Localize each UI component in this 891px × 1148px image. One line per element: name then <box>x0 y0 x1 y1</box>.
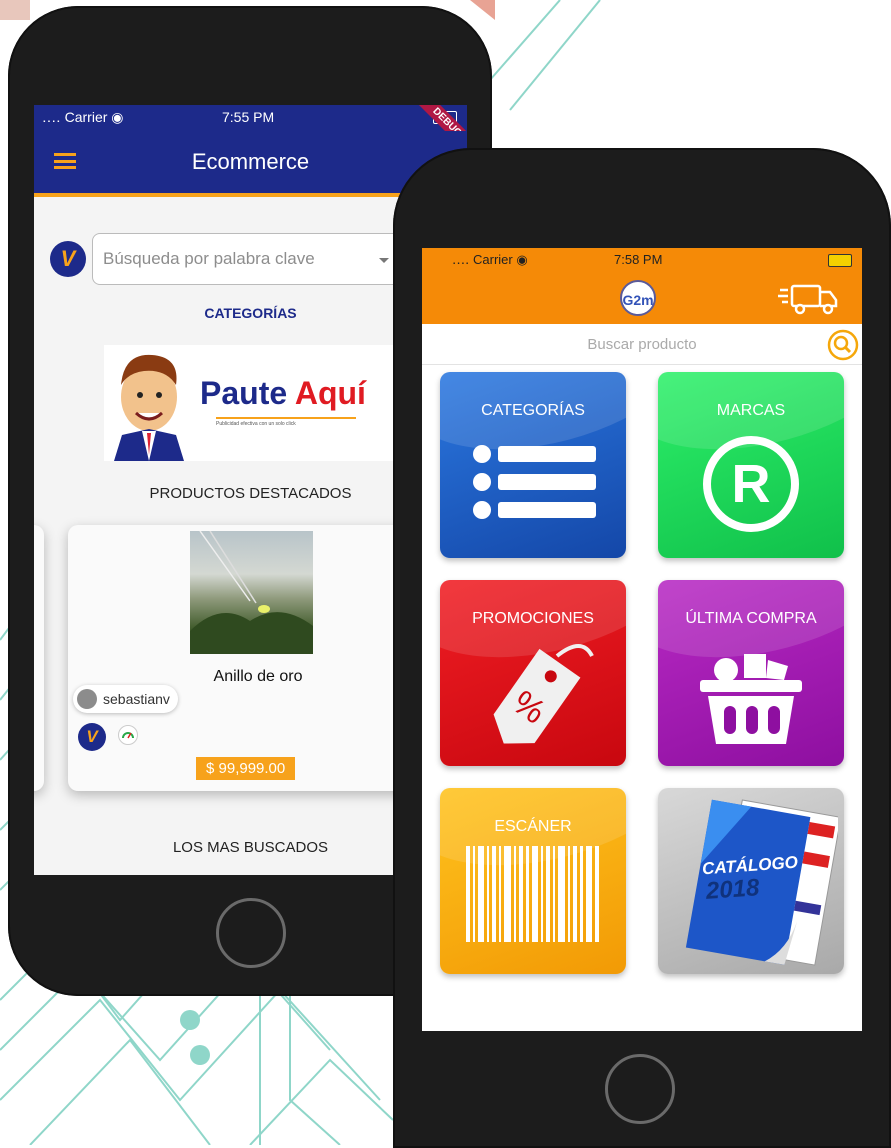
battery-icon <box>828 254 852 267</box>
g2m-logo: G2m <box>620 280 656 316</box>
carrier-label: ․․․․ Carrier ◉ <box>452 252 528 267</box>
search-placeholder: Buscar producto <box>587 336 697 353</box>
vendor-logo-small: V <box>78 723 106 751</box>
businessman-icon <box>114 354 184 461</box>
catalog-tile[interactable]: CATÁLOGO 2018 <box>658 788 844 974</box>
banner-text-paute: Paute <box>200 375 288 411</box>
product-search-input[interactable]: Buscar producto <box>422 324 862 365</box>
tile-label: PROMOCIONES <box>472 610 594 627</box>
tile-label: MARCAS <box>716 402 786 419</box>
catalog-year: 2018 <box>705 874 761 905</box>
shopping-basket-icon <box>700 654 802 744</box>
app-title: Ecommerce <box>191 149 310 174</box>
app-header: ․․․․ Carrier ◉ 7:58 PM G2m <box>422 248 862 324</box>
vendor-logo: V <box>50 241 86 277</box>
discount-tag-icon: % <box>493 644 594 744</box>
search-icon[interactable] <box>826 328 860 362</box>
speedometer-icon <box>118 725 138 745</box>
home-button[interactable] <box>216 898 286 968</box>
categories-tile[interactable]: CATEGORÍAS <box>440 372 626 558</box>
carrier-label: ․․․․ Carrier ◉ <box>42 109 124 125</box>
delivery-truck-icon[interactable] <box>778 278 842 318</box>
list-icon <box>473 445 596 519</box>
scanner-tile[interactable]: ESCÁNER <box>440 788 626 974</box>
search-placeholder: Búsqueda por palabra clave <box>103 249 315 268</box>
avatar <box>77 689 97 709</box>
registered-icon: R <box>703 436 799 532</box>
clock: 7:58 PM <box>614 252 663 267</box>
home-button[interactable] <box>605 1054 675 1124</box>
clock: 7:55 PM <box>222 109 275 125</box>
status-bar: ․․․․ Carrier ◉ 7:55 PM DEBUG <box>34 105 467 162</box>
product-card-partial[interactable] <box>34 525 44 791</box>
product-image <box>190 530 313 654</box>
banner-text-aqui: Aquí <box>294 375 366 411</box>
banner-tagline: Publicidad efectiva con un solo click <box>216 421 296 427</box>
tile-label: CATEGORÍAS <box>481 402 585 419</box>
tile-label: ESCÁNER <box>494 818 572 835</box>
seller-name: sebastianv <box>103 691 170 707</box>
product-price: $ 99,999.00 <box>196 757 296 780</box>
chevron-down-icon[interactable] <box>379 258 389 263</box>
decor-dot <box>190 1045 210 1065</box>
seller-chip[interactable]: sebastianv <box>73 685 178 713</box>
keyword-search-input[interactable]: Búsqueda por palabra clave <box>92 233 412 285</box>
barcode-icon <box>466 846 599 942</box>
tile-label: ÚLTIMA COMPRA <box>685 610 817 627</box>
product-card[interactable]: Anillo de oro sebastianv V $ 99,999.00 <box>68 525 448 791</box>
product-name: Anillo de oro <box>213 668 303 685</box>
last-purchase-tile[interactable]: ÚLTIMA COMPRA <box>658 580 844 766</box>
promotions-tile[interactable]: PROMOCIONES % <box>440 580 626 766</box>
g2m-home-screen: ․․․․ Carrier ◉ 7:58 PM G2m Buscar produc… <box>422 248 862 1031</box>
brands-tile[interactable]: MARCAS R <box>658 372 844 558</box>
decor-dot <box>180 1010 200 1030</box>
svg-text:R: R <box>732 454 771 514</box>
